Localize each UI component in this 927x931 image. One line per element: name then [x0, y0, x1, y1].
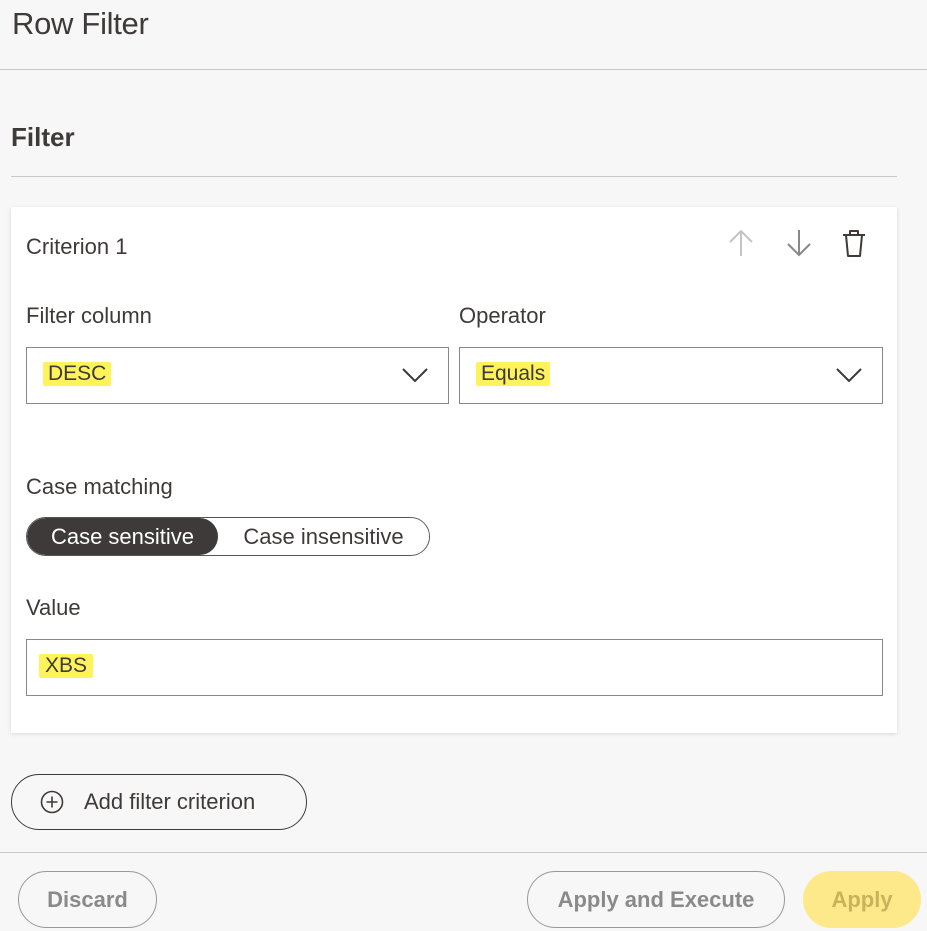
operator-select[interactable]: Equals: [459, 347, 883, 404]
operator-label: Operator: [459, 303, 546, 328]
panel-header: Row Filter: [0, 0, 927, 70]
panel-title: Row Filter: [12, 6, 149, 41]
add-filter-criterion-button[interactable]: Add filter criterion: [11, 774, 307, 830]
filter-column-select[interactable]: DESC: [26, 347, 449, 404]
section-divider: [11, 176, 897, 177]
criterion-title: Criterion 1: [26, 234, 128, 259]
arrow-up-icon[interactable]: [725, 227, 757, 259]
criterion-card: Criterion 1 Filter column DESC Operator …: [11, 207, 897, 733]
footer-divider: [0, 852, 927, 853]
case-matching-label: Case matching: [26, 474, 173, 499]
filter-column-value: DESC: [43, 362, 112, 386]
arrow-down-icon[interactable]: [783, 227, 815, 259]
chevron-down-icon: [836, 367, 862, 388]
section-title: Filter: [11, 122, 75, 152]
value-text: XBS: [39, 654, 94, 678]
apply-button[interactable]: Apply: [803, 871, 921, 928]
discard-button[interactable]: Discard: [18, 871, 157, 928]
chevron-down-icon: [402, 367, 428, 388]
plus-circle-icon: [40, 790, 64, 814]
case-insensitive-option[interactable]: Case insensitive: [218, 518, 429, 555]
case-sensitive-option[interactable]: Case sensitive: [27, 518, 218, 555]
filter-column-label: Filter column: [26, 303, 152, 328]
case-matching-toggle: Case sensitive Case insensitive: [26, 517, 430, 556]
value-input[interactable]: XBS: [26, 639, 883, 696]
apply-and-execute-button[interactable]: Apply and Execute: [527, 871, 785, 928]
operator-value: Equals: [476, 362, 551, 386]
trash-icon[interactable]: [838, 227, 870, 259]
value-label: Value: [26, 595, 81, 620]
add-filter-criterion-label: Add filter criterion: [84, 789, 256, 814]
